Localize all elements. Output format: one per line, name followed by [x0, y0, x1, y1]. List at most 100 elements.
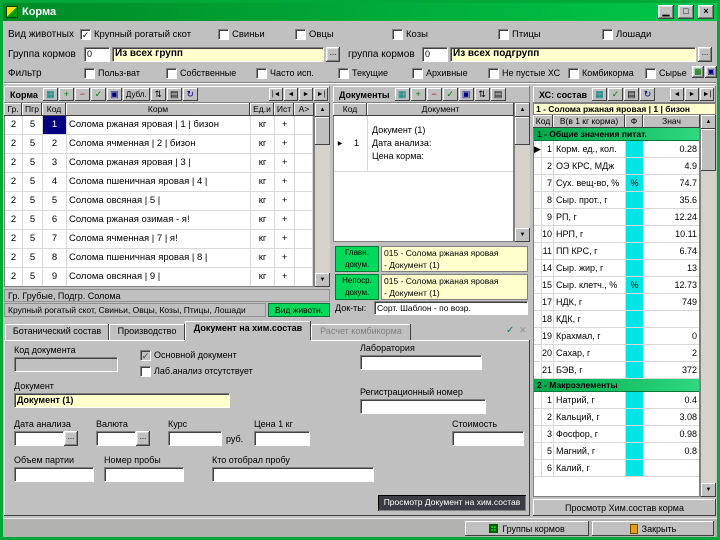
- chem-table-row[interactable]: 17 НДК, г 749: [534, 294, 699, 311]
- scroll-up-icon[interactable]: ▲: [701, 115, 716, 129]
- refresh-icon[interactable]: ↻: [182, 88, 198, 101]
- feeds-scrollbar[interactable]: ▲ ▼: [314, 103, 330, 287]
- chem-table-row[interactable]: 2 ОЭ КРС, МДж 4.9: [534, 158, 699, 175]
- sort-icon[interactable]: ⇅: [474, 88, 490, 101]
- prev-record-button[interactable]: ◄: [670, 88, 684, 101]
- feeds-table-row[interactable]: 2 5 8 Солома пшеничная яровая | 8 | кг +: [5, 249, 313, 268]
- confirm-icon[interactable]: ✓: [90, 88, 106, 101]
- last-record-button[interactable]: ►|: [700, 88, 714, 101]
- subgroup-code-input[interactable]: 0: [422, 47, 448, 62]
- duplicate-button[interactable]: Дубл.: [122, 88, 150, 101]
- scroll-up-icon[interactable]: ▲: [515, 103, 530, 117]
- delete-icon[interactable]: −: [426, 88, 442, 101]
- scroll-down-icon[interactable]: ▼: [315, 273, 330, 287]
- chem-table-row[interactable]: 3 Фосфор, г 0.98: [534, 426, 699, 443]
- group-name-field[interactable]: Из всех групп: [112, 47, 324, 62]
- chem-table-row[interactable]: 9 РП, г 12.24: [534, 209, 699, 226]
- animal-checkbox-sheep[interactable]: Овцы: [295, 28, 334, 40]
- last-record-button[interactable]: ►|: [314, 88, 328, 101]
- registration-number-input[interactable]: [360, 399, 486, 414]
- filter-copy-icon-button[interactable]: ▣: [705, 66, 717, 78]
- animal-checkbox-pigs[interactable]: Свиньи: [218, 28, 265, 40]
- table-icon[interactable]: ▦: [42, 88, 58, 101]
- scroll-track[interactable]: [701, 129, 716, 483]
- tab-cancel-icon[interactable]: ✕: [519, 325, 527, 336]
- feeds-table-row[interactable]: 2 5 1 Солома ржаная яровая | 1 | бизон к…: [5, 116, 313, 135]
- subgroup-picker-button[interactable]: ...: [698, 47, 712, 62]
- print-icon[interactable]: ▤: [624, 88, 639, 101]
- chem-table-row[interactable]: 18 КДК, г: [534, 311, 699, 328]
- add-icon[interactable]: +: [410, 88, 426, 101]
- refresh-icon[interactable]: ↻: [640, 88, 655, 101]
- subgroup-name-field[interactable]: Из всех подгрупп: [450, 47, 696, 62]
- feeds-table-row[interactable]: 2 5 6 Солома ржаная озимая - я! кг +: [5, 211, 313, 230]
- close-button[interactable]: ×: [698, 5, 714, 19]
- feeds-table-row[interactable]: 2 5 4 Солома пшеничная яровая | 4 | кг +: [5, 173, 313, 192]
- filter-grid-icon-button[interactable]: ▦: [692, 66, 704, 78]
- filter-checkbox-current[interactable]: Текущие: [338, 67, 388, 79]
- group-code-input[interactable]: 0: [84, 47, 110, 62]
- batch-volume-input[interactable]: [14, 467, 94, 482]
- animal-checkbox-goats[interactable]: Козы: [392, 28, 428, 40]
- next-record-button[interactable]: ►: [685, 88, 699, 101]
- chem-table-row[interactable]: 5 Магний, г 0.8: [534, 443, 699, 460]
- documents-scrollbar[interactable]: ▲ ▼: [514, 103, 530, 242]
- copy-icon[interactable]: ▣: [106, 88, 122, 101]
- tab-chem-document[interactable]: Документ на хим.состав: [185, 321, 311, 340]
- animal-checkbox-birds[interactable]: Птицы: [498, 28, 541, 40]
- filter-checkbox-archive[interactable]: Архивные: [412, 67, 468, 79]
- scroll-thumb[interactable]: [315, 117, 330, 145]
- documents-table-row[interactable]: ▶ 1 Документ (1) Дата анализа: Цена корм…: [334, 116, 513, 172]
- scroll-down-icon[interactable]: ▼: [515, 228, 530, 242]
- print-icon[interactable]: ▤: [166, 88, 182, 101]
- scroll-track[interactable]: [515, 117, 530, 228]
- filter-checkbox-compound[interactable]: Комбикорма: [568, 67, 634, 79]
- chem-table-row[interactable]: 11 ПП КРС, г 6.74: [534, 243, 699, 260]
- sort-icon[interactable]: ⇅: [150, 88, 166, 101]
- date-picker-button[interactable]: ...: [64, 431, 78, 446]
- delete-icon[interactable]: −: [74, 88, 90, 101]
- filter-checkbox-raw[interactable]: Сырье: [645, 67, 687, 79]
- price-per-kg-input[interactable]: [254, 431, 310, 446]
- filter-checkbox-user[interactable]: Польз-ват: [84, 67, 140, 79]
- scroll-thumb[interactable]: [701, 129, 716, 171]
- filter-checkbox-nonempty[interactable]: Не пустые ХС: [488, 67, 560, 79]
- add-icon[interactable]: +: [58, 88, 74, 101]
- feeds-table-row[interactable]: 2 5 7 Солома ячменная | 7 | я! кг +: [5, 230, 313, 249]
- animal-checkbox-horses[interactable]: Лошади: [602, 28, 651, 40]
- print-icon[interactable]: ▤: [490, 88, 506, 101]
- animal-checkbox-cattle[interactable]: ✓ Крупный рогатый скот: [80, 28, 191, 40]
- chem-table-row[interactable]: 10 НРП, г 10.11: [534, 226, 699, 243]
- feed-groups-button[interactable]: Группы кормов: [465, 521, 589, 536]
- chem-table-row[interactable]: 2 Кальций, г 3.08: [534, 409, 699, 426]
- chem-table-row[interactable]: 15 Сыр. клетч., % % 12.73: [534, 277, 699, 294]
- feeds-table-row[interactable]: 2 5 5 Солома овсяная | 5 | кг +: [5, 192, 313, 211]
- filter-checkbox-frequent[interactable]: Часто исп.: [256, 67, 314, 79]
- close-form-button[interactable]: Закрыть: [592, 521, 714, 536]
- cost-input[interactable]: [452, 431, 524, 446]
- chem-table-row[interactable]: 20 Сахар, г 2: [534, 345, 699, 362]
- confirm-icon[interactable]: ✓: [608, 88, 623, 101]
- documents-sort-field[interactable]: Сорт. Шаблон - по возр.: [374, 301, 528, 315]
- scroll-down-icon[interactable]: ▼: [701, 483, 716, 497]
- first-record-button[interactable]: |◄: [269, 88, 283, 101]
- view-chem-composition-button[interactable]: Просмотр Хим.состав корма: [533, 499, 716, 516]
- sample-number-input[interactable]: [104, 467, 184, 482]
- chem-table-row[interactable]: 19 Крахмал, г 0: [534, 328, 699, 345]
- analysis-date-input[interactable]: [14, 431, 64, 446]
- sampler-input[interactable]: [212, 467, 374, 482]
- copy-icon[interactable]: ▣: [458, 88, 474, 101]
- document-input[interactable]: Документ (1): [14, 393, 230, 408]
- doc-code-input[interactable]: [14, 357, 118, 372]
- scroll-track[interactable]: [315, 117, 330, 273]
- view-chem-document-button[interactable]: Просмотр Документ на хим.состав: [378, 495, 526, 511]
- no-lab-analysis-checkbox[interactable]: Лаб.анализ отсутствует: [140, 365, 253, 377]
- chem-table-row[interactable]: 14 Сыр. жир, г 13: [534, 260, 699, 277]
- tab-confirm-icon[interactable]: ✓: [506, 325, 514, 336]
- maximize-button[interactable]: □: [678, 5, 694, 19]
- feeds-table-row[interactable]: 2 5 9 Солома овсяная | 9 | кг +: [5, 268, 313, 286]
- scroll-thumb[interactable]: [515, 117, 530, 145]
- chem-table-row[interactable]: 7 Сух. вещ-во, % % 74.7: [534, 175, 699, 192]
- chem-table-row[interactable]: ▶ 1 Корм. ед., кол. 0.28: [534, 141, 699, 158]
- minimize-button[interactable]: ▁: [658, 5, 674, 19]
